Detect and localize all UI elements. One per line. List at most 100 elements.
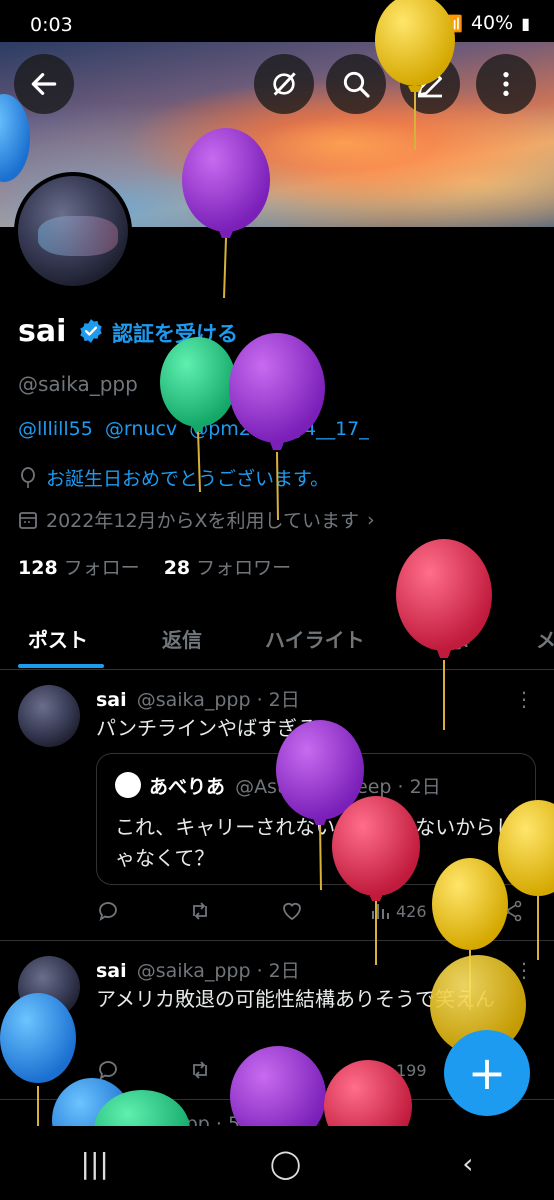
more-vertical-icon <box>503 72 509 96</box>
search-button[interactable] <box>326 54 386 114</box>
heart-icon <box>283 1061 301 1080</box>
quote-text: これ、キャリーされないとおもんないからじゃなくて？ <box>115 815 516 870</box>
share-icon <box>502 900 522 922</box>
back-button[interactable] <box>14 54 74 114</box>
repost-icon <box>193 902 207 920</box>
like-button[interactable] <box>280 1058 304 1082</box>
status-icons: ⏰ 📶 40% ▮ <box>415 12 530 34</box>
reply-icon <box>99 1061 117 1080</box>
followers-count[interactable]: 28 <box>164 557 190 579</box>
quoted-post[interactable]: あべりあ @Astray__sheep · 2日 これ、キャリーされないとおもん… <box>96 753 536 885</box>
views-count: 199 <box>396 1060 427 1080</box>
alarm-icon: ⏰ <box>415 13 436 33</box>
following-count[interactable]: 128 <box>18 557 58 579</box>
tab-articles[interactable]: 記事 <box>430 624 470 653</box>
reply-button[interactable] <box>96 1058 120 1082</box>
birthday-text[interactable]: お誕生日おめでとうございます。 <box>46 464 329 491</box>
battery-level: 40% <box>470 12 514 34</box>
compose-icon <box>418 72 442 98</box>
post-time: 2日 <box>268 960 300 982</box>
bio-mention[interactable]: @rnucv <box>105 418 177 440</box>
post-text: パンチラインやばすぎる <box>96 716 317 740</box>
post-more-icon[interactable]: ⋮ <box>514 958 534 982</box>
quote-header: あべりあ @Astray__sheep · 2日 <box>149 772 441 799</box>
post-actions: 426 <box>96 899 536 929</box>
plus-icon: + <box>467 1046 507 1100</box>
post-text: アメリカ敗退の可能性結構ありそうで笑えん <box>96 987 495 1011</box>
post-author-handle[interactable]: @saika_ppp <box>137 960 251 982</box>
profile-handle: @saika_ppp <box>18 372 138 396</box>
quote-author-handle: @Astray__sheep <box>235 776 392 798</box>
bookmark-icon <box>465 901 479 922</box>
dot-separator: · <box>256 689 269 711</box>
bio-mention[interactable]: @lllill55 <box>18 418 93 440</box>
birthday-row: お誕生日おめでとうございます。 <box>18 464 329 491</box>
repost-button[interactable] <box>188 1058 212 1082</box>
post-avatar[interactable] <box>18 685 80 747</box>
recent-apps-icon[interactable]: ||| <box>81 1147 109 1180</box>
bio-mention[interactable]: @4__17_ <box>285 418 369 440</box>
tab-posts[interactable]: ポスト <box>28 624 88 653</box>
system-back-icon[interactable]: ‹ <box>462 1147 473 1180</box>
joined-row[interactable]: 2022年12月からXを利用しています › <box>18 506 375 533</box>
post-header: sai @saika_ppp · 2日 <box>96 956 300 983</box>
post-author-handle[interactable]: @saika_ppp <box>137 689 251 711</box>
compose-button[interactable] <box>400 54 460 114</box>
profile-tabs: ポスト 返信 ハイライト 記事 メ <box>0 608 554 670</box>
battery-icon: ▮ <box>521 13 530 33</box>
views-button[interactable]: 199 <box>368 1058 427 1082</box>
views-chart-icon <box>372 904 389 919</box>
verified-badge-icon <box>80 319 102 343</box>
tab-active-indicator <box>18 664 104 668</box>
post-author-name[interactable]: sai <box>96 689 127 711</box>
profile-name: sai <box>18 314 67 349</box>
followers-label[interactable]: フォロワー <box>196 557 291 579</box>
following-label[interactable]: フォロー <box>64 557 140 579</box>
bookmark-button[interactable] <box>460 899 484 923</box>
follow-stats: 128 フォロー 28 フォロワー <box>18 553 291 580</box>
home-icon[interactable]: ◯ <box>270 1147 301 1180</box>
repost-button[interactable] <box>188 899 212 923</box>
profile-bio: @lllill55 @rnucv @pm26z @4__17_ <box>18 418 375 440</box>
post-time: 2日 <box>268 689 300 711</box>
grok-icon <box>273 72 296 96</box>
status-bar: 0:03 ⏰ 📶 40% ▮ <box>0 0 554 42</box>
post-more-icon[interactable]: ⋮ <box>514 687 534 711</box>
like-button[interactable] <box>280 899 304 923</box>
tab-highlights[interactable]: ハイライト <box>265 624 365 653</box>
joined-text: 2022年12月からXを利用しています <box>46 510 359 532</box>
dot-separator: · <box>256 960 269 982</box>
share-button[interactable] <box>500 899 524 923</box>
views-chart-icon <box>372 1063 389 1078</box>
quote-time: 2日 <box>409 776 441 798</box>
views-button[interactable]: 426 <box>368 899 427 923</box>
back-arrow-icon <box>31 73 57 95</box>
reply-button[interactable] <box>96 899 120 923</box>
tab-media[interactable]: メ <box>536 624 554 653</box>
post-avatar[interactable] <box>18 956 80 1018</box>
search-icon <box>343 71 370 98</box>
reply-icon <box>99 902 117 921</box>
post-author-name[interactable]: sai <box>96 960 127 982</box>
dot-separator: · <box>397 776 410 798</box>
post[interactable]: sai @saika_ppp · 2日 ⋮ パンチラインやばすぎる あべりあ @… <box>0 671 554 941</box>
quote-author-name: あべりあ <box>149 776 226 798</box>
more-button[interactable] <box>476 54 536 114</box>
views-count: 426 <box>396 901 427 921</box>
heart-icon <box>283 902 301 921</box>
repost-icon <box>193 1061 207 1079</box>
wifi-icon: 📶 <box>443 13 463 33</box>
get-verified-link[interactable]: 認証を受ける <box>112 318 238 348</box>
quote-avatar <box>115 772 141 798</box>
status-time: 0:03 <box>30 14 73 36</box>
balloon-icon <box>21 466 35 488</box>
post-header: sai @saika_ppp · 2日 <box>96 685 300 712</box>
calendar-icon <box>19 511 37 529</box>
profile-avatar[interactable] <box>14 172 132 290</box>
grok-button[interactable] <box>254 54 314 114</box>
bio-mention[interactable]: @pm26z <box>189 418 273 440</box>
system-navigation-bar: ||| ◯ ‹ <box>0 1126 554 1200</box>
tab-replies[interactable]: 返信 <box>162 624 202 653</box>
compose-post-button[interactable]: + <box>444 1030 530 1116</box>
chevron-right-icon: › <box>366 508 375 531</box>
